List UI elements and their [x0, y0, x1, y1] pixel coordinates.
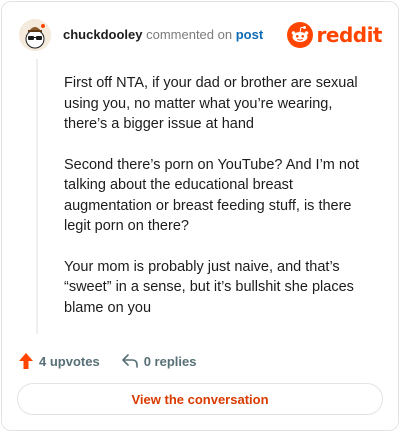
upvote-count: 4 upvotes — [39, 353, 100, 369]
comment-paragraph-3: Your mom is probably just naive, and tha… — [64, 258, 354, 316]
view-conversation-label: View the conversation — [131, 391, 269, 407]
username-link[interactable]: chuckdooley — [63, 27, 142, 42]
reply-count: 0 replies — [143, 353, 197, 369]
action-text: commented on — [146, 27, 233, 42]
post-link[interactable]: post — [236, 27, 263, 42]
embedded-comment-card: chuckdooley commented on post reddit Fir… — [1, 1, 399, 431]
snoo-icon — [286, 22, 313, 48]
comment-body: First off NTA, if your dad or brother ar… — [64, 73, 374, 338]
thread-line — [36, 59, 38, 334]
user-avatar[interactable] — [19, 19, 51, 51]
view-conversation-button[interactable]: View the conversation — [17, 383, 383, 415]
comment-header: chuckdooley commented on post reddit — [19, 18, 383, 52]
reply-arrow-icon — [121, 354, 138, 368]
reply-button[interactable]: 0 replies — [121, 353, 197, 369]
comment-actions: 4 upvotes 0 replies — [19, 350, 218, 372]
comment-meta: chuckdooley commented on post — [63, 27, 263, 42]
comment-paragraph-2: Second there’s porn on YouTube? And I’m … — [64, 156, 360, 235]
upvote-button[interactable]: 4 upvotes — [19, 353, 100, 369]
upvote-arrow-icon — [19, 353, 33, 369]
reddit-wordmark: reddit — [316, 23, 383, 47]
comment-paragraph-1: First off NTA, if your dad or brother ar… — [64, 75, 358, 132]
snoo-sunglasses-avatar-icon — [19, 19, 51, 51]
reddit-logo[interactable]: reddit — [286, 20, 383, 50]
